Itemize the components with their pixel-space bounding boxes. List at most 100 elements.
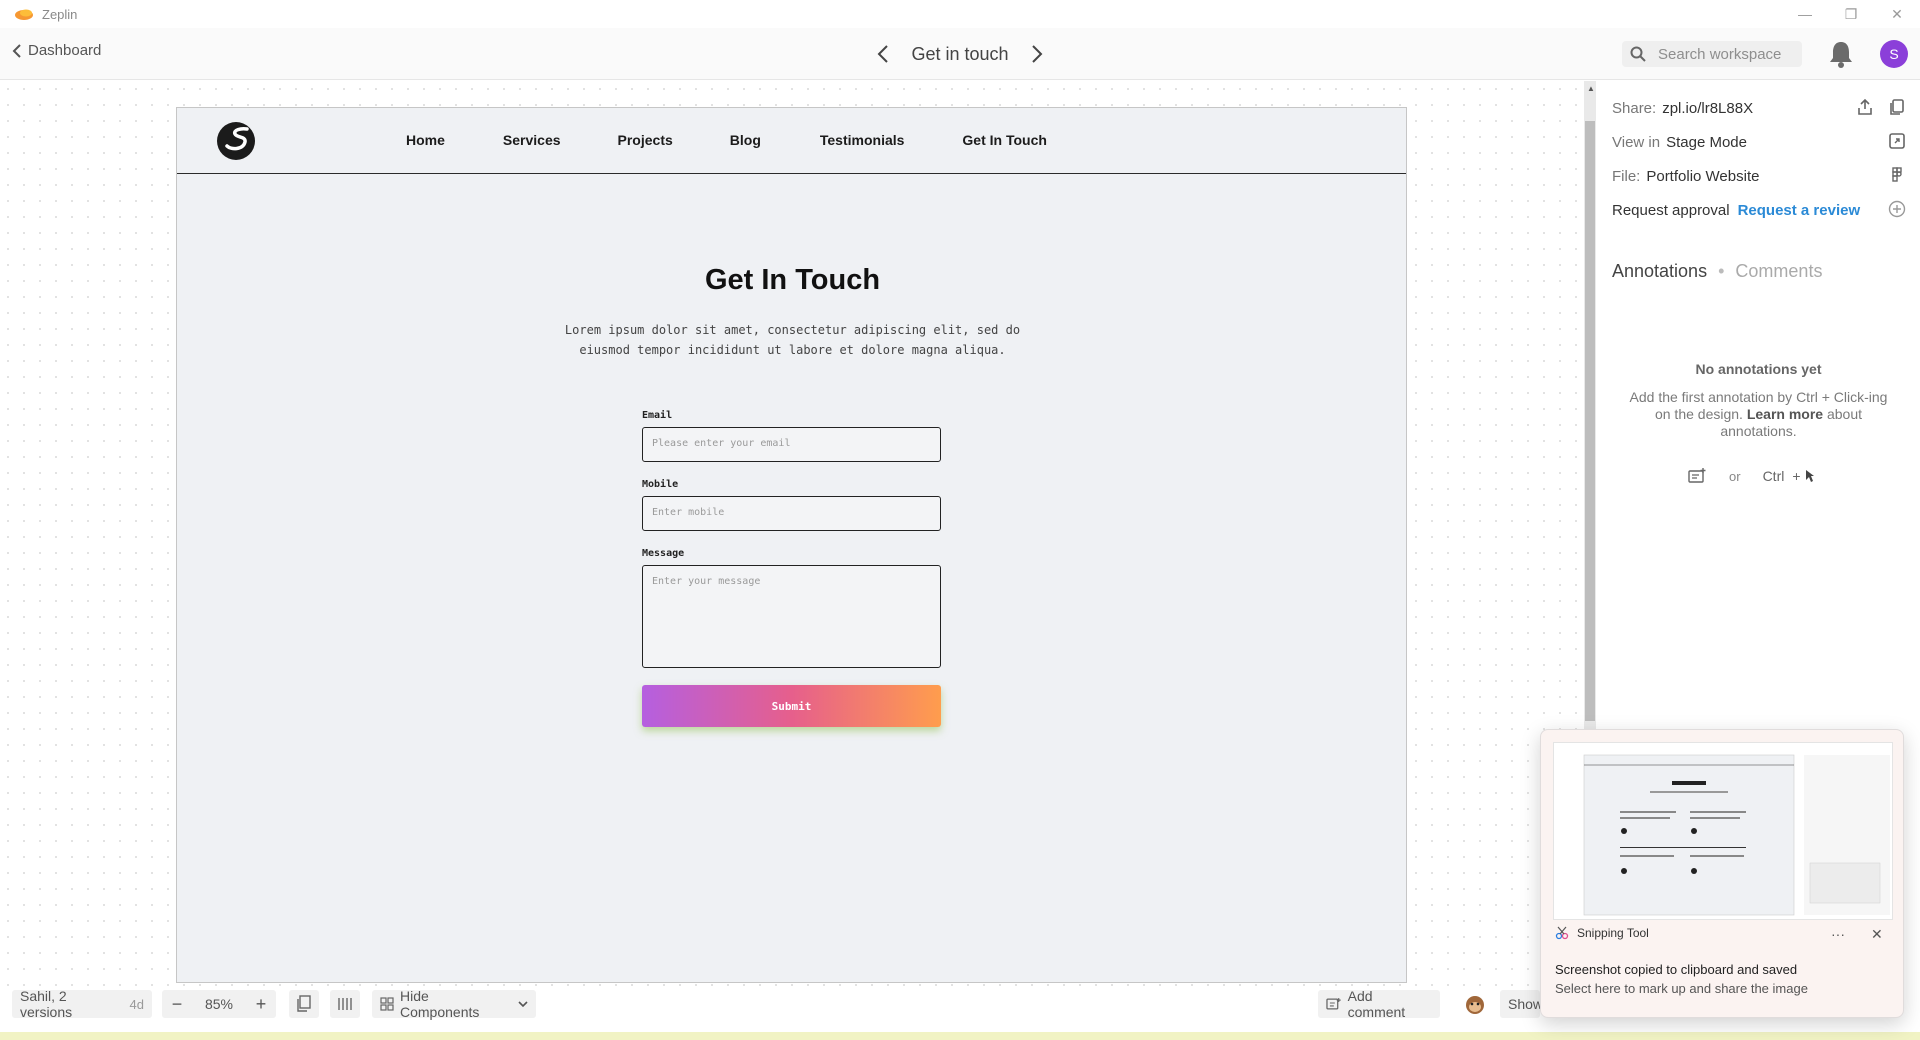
zeplin-logo-icon [15,9,33,20]
hide-components-dropdown[interactable]: Hide Components [372,988,536,1020]
copy-icon[interactable] [1888,98,1906,116]
artboard-get-in-touch[interactable]: Home Services Projects Blog Testimonials… [176,107,1407,983]
next-screen-button[interactable] [1023,42,1051,66]
view-in-row: View in Stage Mode [1612,134,1747,151]
empty-state-description: Add the first annotation by Ctrl + Click… [1627,389,1890,440]
bell-icon[interactable] [1828,40,1854,68]
chevron-down-icon [518,1001,528,1008]
email-placeholder: Please enter your email [652,438,791,449]
app-header: Dashboard Get in touch Search workspace … [0,28,1920,80]
stage-mode-icon[interactable] [1888,132,1906,150]
description-line-1: Lorem ipsum dolor sit amet, consectetur … [564,323,1021,337]
app-name: Zeplin [42,6,78,22]
versions-chip[interactable]: Sahil, 2 versions 4d [12,988,152,1020]
search-input[interactable]: Search workspace [1622,41,1802,67]
toast-app-row: Snipping Tool [1555,926,1649,940]
share-row: Share: zpl.io/lr8L88X [1612,100,1753,117]
submit-button[interactable]: Submit [642,685,941,727]
message-label: Message [642,548,685,559]
close-window-button[interactable]: ✕ [1874,0,1920,28]
add-circle-icon[interactable] [1888,200,1906,218]
canvas-scrollbar[interactable] [1584,81,1596,729]
file-label: File: [1612,168,1641,185]
page-description: Lorem ipsum dolor sit amet, consectetur … [177,320,1408,360]
plus-label: + [1792,468,1801,484]
view-value[interactable]: Stage Mode [1666,134,1747,151]
or-label: or [1729,468,1741,484]
columns-icon [338,998,352,1010]
mobile-placeholder: Enter mobile [652,507,725,518]
toast-more-options[interactable]: ··· [1831,926,1845,942]
components-icon [380,997,394,1011]
figma-icon[interactable] [1888,166,1906,184]
email-field[interactable]: Please enter your email [642,427,941,462]
toast-close-button[interactable]: ✕ [1871,926,1883,943]
versions-label: Sahil, 2 versions [20,988,73,1020]
versions-age: 4d [129,996,144,1012]
fit-screen-button[interactable] [289,990,319,1018]
zoom-in-button[interactable]: + [246,994,276,1015]
menu-item-testimonials: Testimonials [819,132,905,148]
show-button[interactable]: Show [1500,990,1544,1018]
screen-title: Get in touch [911,43,1009,64]
menu-item-blog: Blog [729,132,761,148]
request-review-link[interactable]: Request a review [1738,202,1861,219]
user-avatar[interactable]: S [1880,40,1908,68]
dashboard-back-link[interactable]: Dashboard [12,42,101,59]
chevron-left-icon [12,43,21,58]
menu-item-projects: Projects [617,132,673,148]
export-icon[interactable] [1856,98,1874,116]
add-comment-label: Add comment [1347,988,1406,1020]
snipping-tool-notification[interactable]: Snipping Tool ··· ✕ Screenshot copied to… [1540,729,1904,1018]
scroll-up-arrow-icon[interactable]: ▲ [1587,84,1595,93]
thumbnail-preview-image [1554,743,1892,919]
share-label: Share: [1612,100,1657,117]
grid-toggle-button[interactable] [330,990,360,1018]
file-value[interactable]: Portfolio Website [1646,168,1759,185]
approval-label: Request approval [1612,202,1730,219]
search-icon [1630,46,1646,62]
hide-components-label: Hide Components [400,988,480,1020]
chevron-left-icon [878,45,889,63]
tab-separator: • [1718,261,1725,281]
tab-annotations[interactable]: Annotations [1612,261,1707,281]
comment-icon [1326,998,1341,1010]
taskbar-strip [0,1032,1920,1040]
show-label: Show [1508,996,1544,1012]
zoom-level[interactable]: 85% [192,996,246,1012]
properties-panel: Share: zpl.io/lr8L88X View in Stage Mode… [1597,81,1920,731]
message-field[interactable]: Enter your message [642,565,941,668]
restore-button[interactable]: ❐ [1828,0,1874,28]
ctrl-key-label: Ctrl [1762,468,1785,484]
empty-state-title: No annotations yet [1695,361,1822,377]
zoom-control: − 85% + [162,990,276,1018]
add-comment-button[interactable]: Add comment [1318,988,1440,1020]
email-label: Email [642,410,673,421]
mobile-field[interactable]: Enter mobile [642,496,941,531]
screenshot-thumbnail[interactable] [1553,742,1893,920]
share-url[interactable]: zpl.io/lr8L88X [1662,100,1753,117]
scrollbar-thumb[interactable] [1585,121,1595,721]
emoji-reaction-button[interactable] [1460,990,1490,1018]
view-label: View in [1612,134,1661,151]
chevron-right-icon [1031,45,1042,63]
zoom-out-button[interactable]: − [162,994,192,1015]
add-annotation-icon[interactable] [1687,467,1707,485]
menu-item-home: Home [406,132,445,148]
toast-title: Screenshot copied to clipboard and saved [1555,962,1798,977]
window-titlebar: Zeplin — ❐ ✕ [0,0,1920,28]
page-heading: Get In Touch [704,264,881,296]
cursor-icon [1805,470,1814,482]
learn-more-link[interactable]: Learn more [1747,406,1823,422]
description-line-2: eiusmod tempor incididunt ut labore et d… [579,343,1006,357]
snipping-tool-icon [1555,926,1569,940]
toast-subtitle: Select here to mark up and share the ima… [1555,981,1808,996]
tab-comments[interactable]: Comments [1735,261,1822,281]
minimize-button[interactable]: — [1782,0,1828,28]
previous-screen-button[interactable] [869,42,897,66]
mobile-label: Mobile [642,479,679,490]
file-row: File: Portfolio Website [1612,168,1759,185]
annotation-tabs: Annotations • Comments [1612,261,1822,282]
message-placeholder: Enter your message [652,576,761,587]
back-label: Dashboard [28,42,102,59]
